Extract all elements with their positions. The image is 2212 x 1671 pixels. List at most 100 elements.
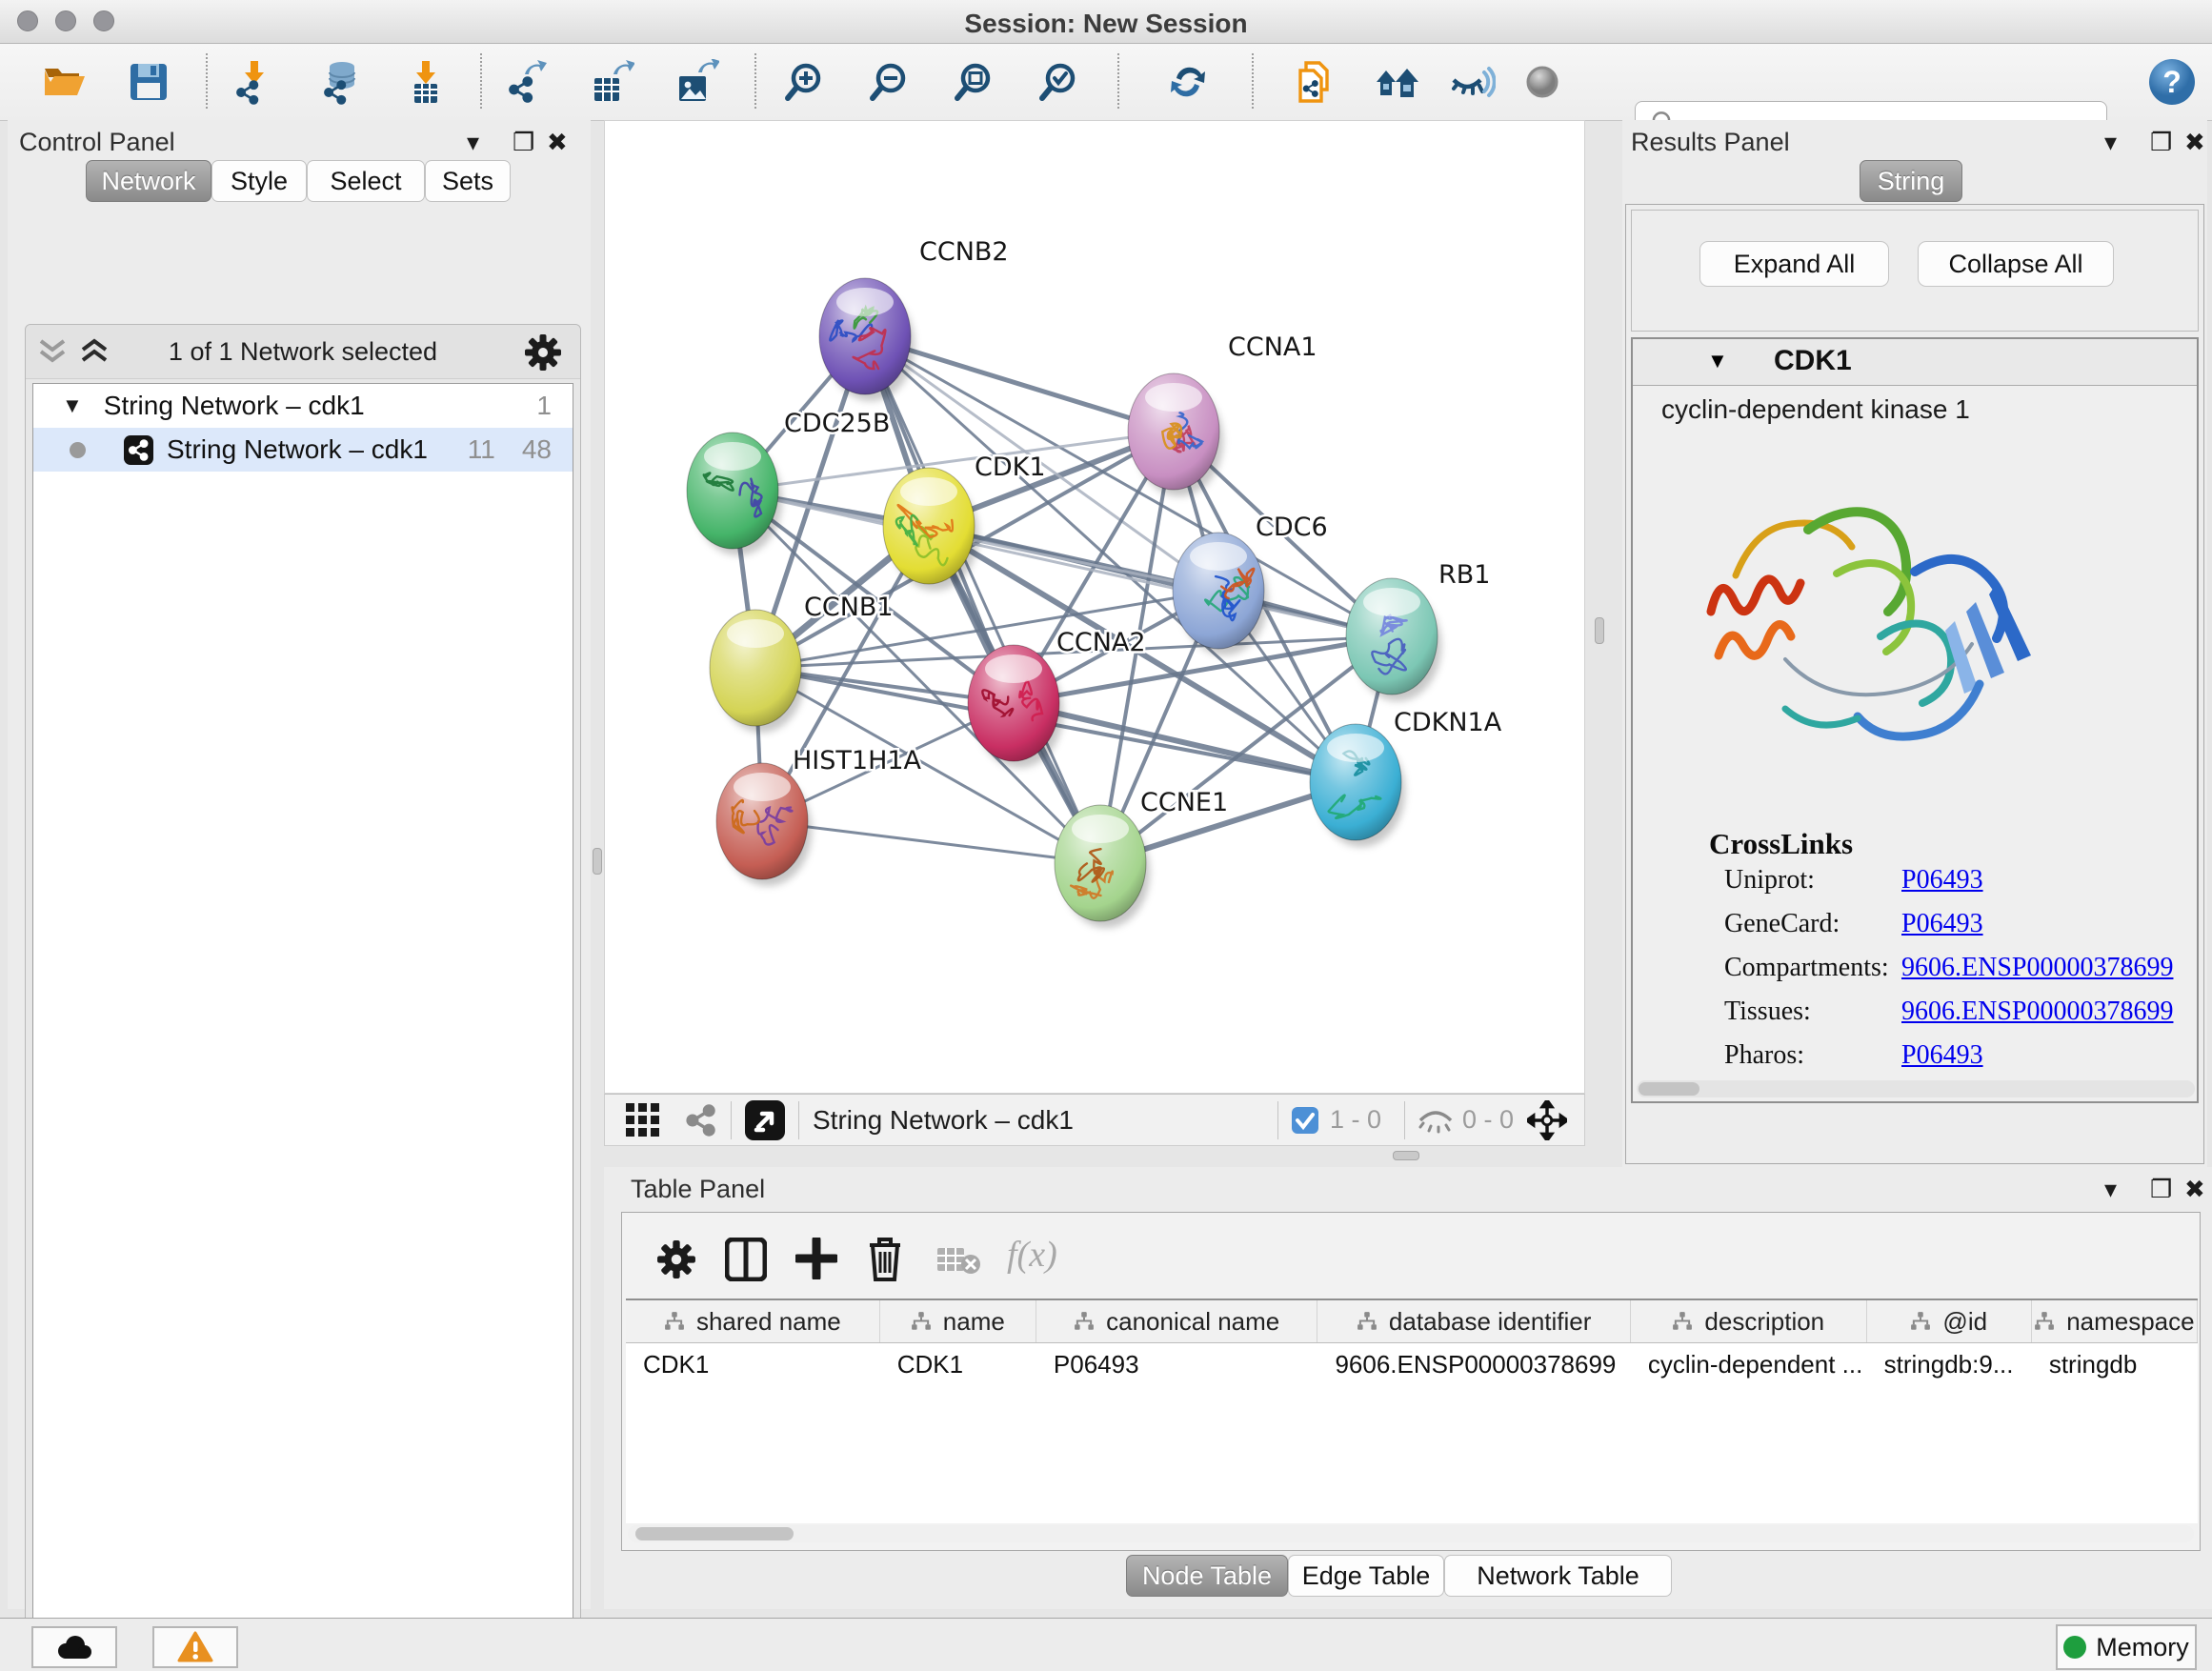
column-header-databaseidentifier[interactable]: database identifier: [1317, 1300, 1630, 1342]
network-node-ccnb2[interactable]: [819, 278, 915, 401]
tab-string[interactable]: String: [1860, 160, 1962, 202]
crosslink-value-link[interactable]: P06493: [1901, 1040, 1983, 1070]
tab-edge-table[interactable]: Edge Table: [1288, 1555, 1444, 1597]
network-tree-root-row[interactable]: ▼ String Network – cdk1 1: [33, 384, 573, 428]
results-hscroll-thumb[interactable]: [1639, 1082, 1699, 1096]
table-cell[interactable]: 9606.ENSP00000378699: [1317, 1343, 1630, 1385]
network-node-ccnb1[interactable]: [710, 610, 805, 733]
tab-sets[interactable]: Sets: [425, 160, 511, 202]
memory-button[interactable]: Memory: [2056, 1624, 2197, 1670]
tab-style[interactable]: Style: [211, 160, 307, 202]
export-network-icon[interactable]: [502, 57, 552, 107]
entry-header[interactable]: ▼ CDK1: [1633, 339, 2197, 386]
table-cell[interactable]: P06493: [1036, 1343, 1318, 1385]
hidden-eye-icon[interactable]: [1418, 1106, 1453, 1135]
column-header-namespace[interactable]: namespace: [2032, 1300, 2198, 1342]
float-panel-icon[interactable]: ❐: [2150, 1175, 2172, 1203]
open-session-icon[interactable]: [39, 57, 89, 107]
tree-expander-icon[interactable]: ▼: [62, 393, 83, 418]
export-table-icon[interactable]: [587, 57, 636, 107]
table-cell[interactable]: stringdb: [2032, 1343, 2198, 1385]
network-edge[interactable]: [865, 336, 1100, 863]
float-panel-icon[interactable]: ❐: [513, 128, 534, 156]
network-edge[interactable]: [762, 821, 1100, 863]
network-node-cdkn1a[interactable]: [1310, 724, 1405, 847]
hide-panel-icon[interactable]: [1448, 57, 1498, 107]
bottom-splitter-handle[interactable]: [1393, 1151, 1419, 1160]
network-tree-row[interactable]: String Network – cdk1 11 48: [33, 428, 573, 472]
table-hscroll-thumb[interactable]: [635, 1527, 794, 1540]
expand-all-button[interactable]: Expand All: [1699, 241, 1889, 287]
warning-button[interactable]: [152, 1626, 238, 1668]
entry-expander-icon[interactable]: ▼: [1707, 349, 1728, 373]
tab-select[interactable]: Select: [307, 160, 425, 202]
network-node-cdk1[interactable]: [883, 468, 978, 591]
tab-network-table[interactable]: Network Table: [1444, 1555, 1672, 1597]
table-row[interactable]: CDK1CDK1P064939606.ENSP00000378699cyclin…: [626, 1343, 2198, 1385]
birdseye-icon[interactable]: [745, 1100, 785, 1140]
network-canvas[interactable]: CCNB2CCNA1CDC25BCDK1CDC6RB1CCNB1CCNA2CDK…: [604, 120, 1585, 1094]
zoom-in-icon[interactable]: [778, 57, 828, 107]
collapse-panel-icon[interactable]: ▾: [2104, 128, 2117, 156]
table-cell[interactable]: stringdb:9...: [1867, 1343, 2032, 1385]
table-cell[interactable]: CDK1: [880, 1343, 1036, 1385]
network-edge[interactable]: [1014, 703, 1356, 782]
table-cell[interactable]: cyclin-dependent ...: [1631, 1343, 1867, 1385]
float-panel-icon[interactable]: ❐: [2150, 128, 2172, 156]
column-header-id[interactable]: @id: [1867, 1300, 2032, 1342]
network-node-cdc6[interactable]: [1173, 533, 1268, 655]
checkbox-icon[interactable]: [1292, 1107, 1318, 1134]
network-node-rb1[interactable]: [1346, 578, 1441, 701]
cloud-button[interactable]: [31, 1626, 117, 1668]
plus-icon[interactable]: [795, 1238, 837, 1279]
refresh-layout-icon[interactable]: [1163, 57, 1213, 107]
crosslink-value-link[interactable]: P06493: [1901, 909, 1983, 938]
export-image-icon[interactable]: [672, 57, 721, 107]
tab-network[interactable]: Network: [86, 160, 211, 202]
import-network-database-icon[interactable]: [315, 57, 365, 107]
left-splitter-handle[interactable]: [593, 848, 602, 875]
fx-icon[interactable]: f(x): [1007, 1234, 1057, 1276]
network-node-ccne1[interactable]: [1055, 805, 1150, 928]
duplicate-network-icon[interactable]: [1291, 57, 1340, 107]
zoom-out-icon[interactable]: [863, 57, 913, 107]
grid-icon[interactable]: [626, 1103, 660, 1137]
import-network-file-icon[interactable]: [230, 57, 279, 107]
crosslink-value-link[interactable]: P06493: [1901, 865, 1983, 895]
gear-icon[interactable]: [524, 333, 562, 372]
zoom-selected-icon[interactable]: [1033, 57, 1082, 107]
zoom-fit-icon[interactable]: [948, 57, 997, 107]
columns-icon[interactable]: [725, 1238, 767, 1281]
right-splitter-handle[interactable]: [1595, 617, 1604, 644]
table-hscrollbar[interactable]: [628, 1525, 2194, 1542]
gear-icon[interactable]: [656, 1239, 696, 1279]
crosslink-value-link[interactable]: 9606.ENSP00000378699: [1901, 997, 2173, 1026]
network-graph[interactable]: CCNB2CCNA1CDC25BCDK1CDC6RB1CCNB1CCNA2CDK…: [605, 121, 1584, 1093]
network-node-ccna1[interactable]: [1128, 373, 1223, 496]
network-node-ccna2[interactable]: [968, 645, 1063, 768]
eye-icon[interactable]: [1518, 57, 1567, 107]
crosslink-value-link[interactable]: 9606.ENSP00000378699: [1901, 953, 2173, 982]
column-header-sharedname[interactable]: shared name: [626, 1300, 880, 1342]
collapse-all-networks-icon[interactable]: [78, 337, 111, 368]
share-icon[interactable]: [685, 1104, 717, 1137]
column-header-description[interactable]: description: [1631, 1300, 1867, 1342]
collapse-all-button[interactable]: Collapse All: [1918, 241, 2114, 287]
collapse-panel-icon[interactable]: ▾: [2104, 1175, 2117, 1203]
trash-icon[interactable]: [866, 1236, 904, 1281]
column-header-canonicalname[interactable]: canonical name: [1036, 1300, 1318, 1342]
string-home-icon[interactable]: [1373, 57, 1422, 107]
delete-table-icon[interactable]: [936, 1245, 982, 1276]
expand-all-networks-icon[interactable]: [36, 337, 69, 368]
tab-node-table[interactable]: Node Table: [1126, 1555, 1288, 1597]
close-panel-icon[interactable]: ✖: [2184, 128, 2205, 156]
close-panel-icon[interactable]: ✖: [547, 128, 568, 156]
results-hscrollbar[interactable]: [1637, 1080, 2195, 1097]
import-table-icon[interactable]: [401, 57, 451, 107]
table-cell[interactable]: CDK1: [626, 1343, 880, 1385]
collapse-panel-icon[interactable]: ▾: [467, 128, 479, 156]
column-header-name[interactable]: name: [880, 1300, 1036, 1342]
network-node-hist1h1a[interactable]: [716, 763, 812, 886]
save-session-icon[interactable]: [124, 57, 173, 107]
close-panel-icon[interactable]: ✖: [2184, 1175, 2205, 1203]
